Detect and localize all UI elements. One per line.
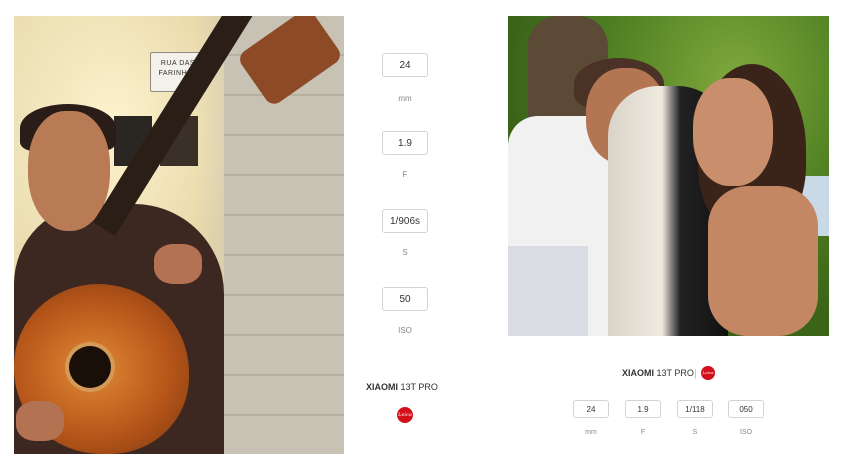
aperture-value: 1.9 [625, 400, 661, 418]
woman-arm [708, 186, 818, 336]
couple-photo [508, 16, 829, 336]
fretting-hand [154, 244, 202, 284]
iso-label: ISO [398, 326, 412, 335]
focal-length-value: 24 [573, 400, 609, 418]
brand-name: XIAOMI [622, 368, 655, 378]
focal-length-label: mm [398, 94, 412, 103]
shutter-label: S [692, 429, 698, 436]
man-pants [508, 246, 588, 336]
leica-logo-icon: Leica [397, 407, 413, 423]
iso-value: 50 [382, 287, 428, 311]
focal-length-label: mm [585, 429, 597, 436]
brand-name: XIAOMI [366, 382, 399, 392]
separator [695, 369, 696, 379]
leica-logo-text: Leica [398, 412, 412, 418]
device-brand: XIAOMI 13T PRO [366, 382, 438, 392]
shutter-label: S [402, 248, 408, 257]
woman-face [693, 78, 773, 186]
aperture-value: 1.9 [382, 131, 428, 155]
device-brand: XIAOMI 13T PRO [622, 368, 694, 378]
shutter-value: 1/906s [382, 209, 428, 233]
strumming-hand [16, 401, 64, 441]
shutter-value: 1/118 [677, 400, 713, 418]
guitarist-photo: RUA DAS FARINHAS [14, 16, 344, 454]
iso-value: 050 [728, 400, 764, 418]
iso-label: ISO [739, 429, 753, 436]
model-name: 13T PRO [656, 368, 694, 378]
guitar-sound-hole [69, 346, 111, 388]
aperture-label: F [402, 170, 408, 179]
focal-length-value: 24 [382, 53, 428, 77]
model-name: 13T PRO [400, 382, 438, 392]
leica-logo-text: Leica [702, 370, 714, 375]
leica-logo-icon: Leica [701, 366, 715, 380]
aperture-label: F [640, 429, 646, 436]
